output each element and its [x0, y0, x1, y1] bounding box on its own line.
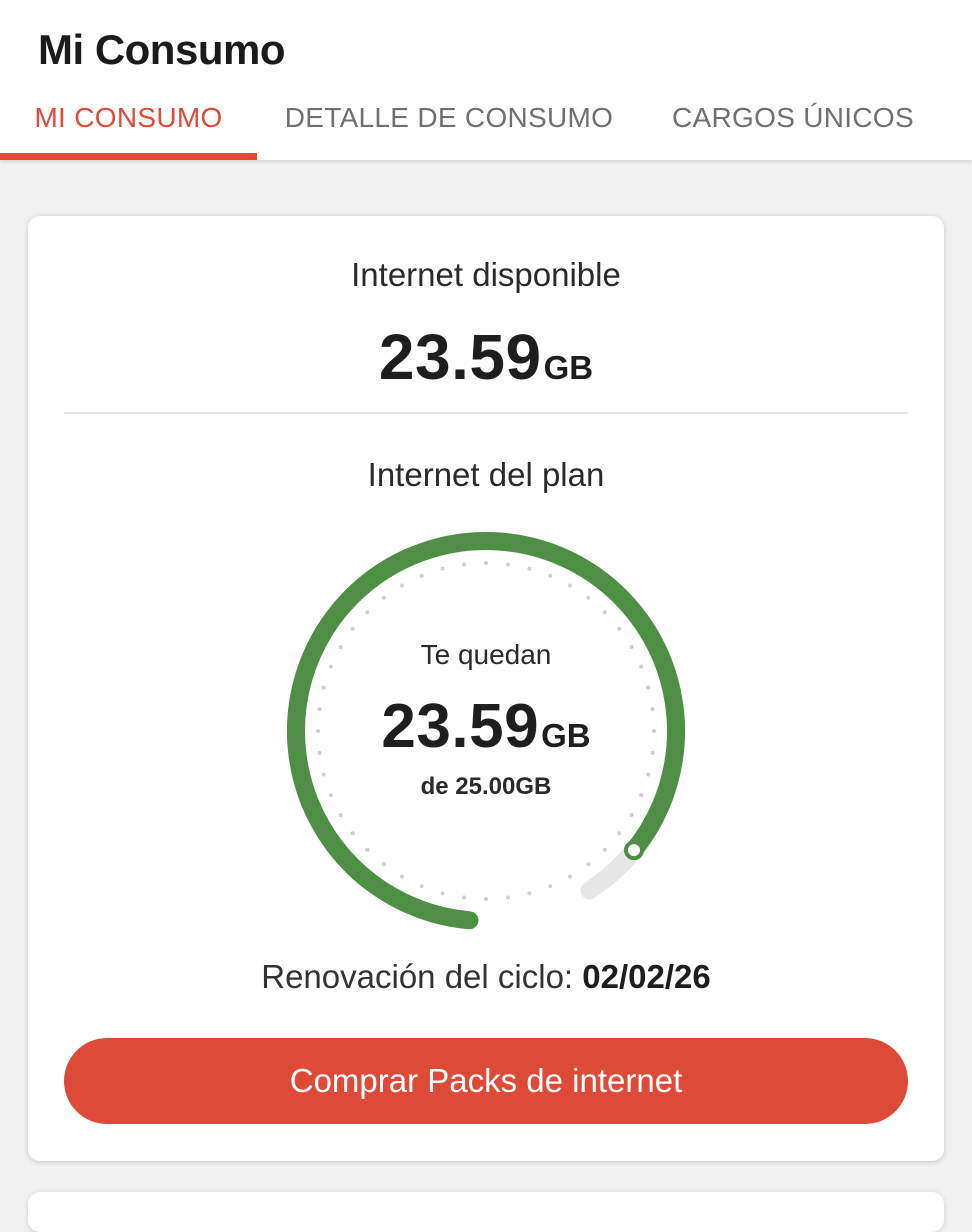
renewal-label: Renovación del ciclo: [261, 958, 574, 995]
renewal-date: 02/02/26 [582, 958, 711, 995]
buy-internet-packs-button[interactable]: Comprar Packs de internet [64, 1038, 908, 1124]
tab-mi-consumo[interactable]: MI CONSUMO [0, 96, 257, 160]
remaining-label: Te quedan [420, 639, 552, 670]
app-header: Mi Consumo MI CONSUMO DETALLE DE CONSUMO… [0, 0, 972, 160]
gauge-center: Te quedan 23.59GB de 25.00GB [286, 531, 686, 931]
remaining-value: 23.59GB [286, 691, 686, 762]
tab-bar: MI CONSUMO DETALLE DE CONSUMO CARGOS ÚNI… [0, 96, 972, 160]
cycle-renewal: Renovación del ciclo: 02/02/26 [28, 958, 944, 996]
available-label: Internet disponible [351, 256, 621, 293]
next-card [28, 1192, 944, 1232]
page-title: Mi Consumo [38, 26, 285, 73]
available-amount: 23.59 [378, 321, 542, 393]
remaining-amount: 23.59 [381, 692, 540, 761]
plan-total: de 25.00GB [420, 773, 552, 800]
plan-label: Internet del plan [367, 456, 605, 493]
tab-detalle-de-consumo[interactable]: DETALLE DE CONSUMO [257, 96, 641, 160]
divider [64, 412, 908, 414]
active-tab-indicator [0, 153, 257, 160]
usage-card: Internet disponible 23.59GB Internet del… [28, 216, 944, 1161]
available-unit: GB [543, 349, 594, 386]
remaining-unit: GB [541, 717, 591, 754]
available-value: 23.59GB [28, 320, 944, 394]
tab-cargos-unicos[interactable]: CARGOS ÚNICOS [641, 96, 945, 160]
